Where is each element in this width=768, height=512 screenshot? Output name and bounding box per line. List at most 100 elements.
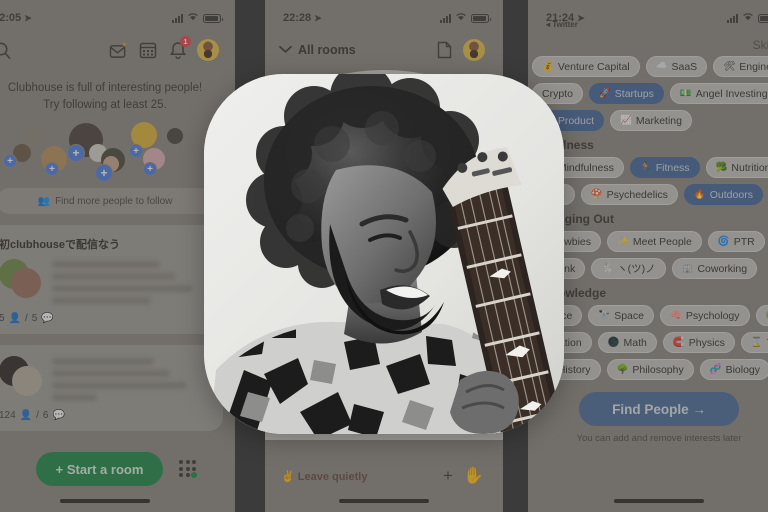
interest-tag-meet-people[interactable]: ✨ Meet People [607, 231, 702, 252]
room-speaker-count: 6 [42, 410, 49, 421]
add-person-icon[interactable]: + [143, 162, 157, 176]
find-more-people-button[interactable]: 👥 Find more people to follow [0, 188, 213, 214]
wifi-icon [455, 12, 467, 24]
avatar[interactable] [459, 35, 489, 65]
interest-tag-psychedelics[interactable]: 🍄 Psychedelics [580, 184, 678, 205]
leave-quietly-button[interactable]: ✌ Leave quietly [281, 470, 367, 483]
interest-tag-physics[interactable]: 🧲 Physics [662, 332, 735, 353]
section-title-knowledge: Knowledge [542, 286, 607, 300]
room-listener-count: 5 [0, 313, 5, 324]
suggested-people-cluster[interactable]: + + + + + + [0, 120, 227, 182]
plus-icon[interactable]: + [435, 463, 461, 489]
interest-tag-ptr[interactable]: 🌀 PTR [707, 231, 765, 252]
interest-row: Crypto 🚀Startups 💵Angel Investing S [532, 83, 768, 104]
interest-row: a Drink 🐇ヽ(ツ)ノ 🏢Coworking [532, 258, 768, 279]
interest-row: e Newbies ✨ Meet People 🌀 PTR [532, 231, 768, 252]
room-stats: 124 👤 / 6 💬 [0, 410, 65, 421]
promo-line-1: Clubhouse is full of interesting people! [7, 82, 203, 94]
interest-tag-angel-investing[interactable]: 💵 Angel Investing [669, 83, 768, 104]
battery-icon [758, 13, 768, 23]
status-bar-middle: 22:28 ➤ [265, 0, 503, 30]
room-top-nav: All rooms [265, 30, 503, 70]
search-icon[interactable] [0, 35, 17, 65]
raise-hand-icon[interactable]: ✋ [461, 463, 487, 489]
section-title-hanging-out: Hanging Out [542, 212, 614, 226]
interest-tag-philosophy[interactable]: 🌳 Philosophy [606, 359, 694, 380]
calendar-icon[interactable] [133, 35, 163, 65]
wifi-icon [742, 12, 754, 24]
interest-tag-startups[interactable]: 🚀 Startups [588, 83, 664, 104]
add-person-icon[interactable]: + [3, 154, 17, 168]
interest-row: ducation 🌑Math 🧲Physics ⌛Th [532, 332, 768, 353]
signal-icon [440, 13, 451, 23]
room-speaker-count: 5 [31, 313, 38, 324]
interest-tag-marketing[interactable]: 📈 Marketing [610, 110, 692, 131]
interest-tag-saas[interactable]: ☁️ SaaS [645, 56, 708, 77]
clubhouse-app-icon [204, 74, 564, 434]
interest-tag-engineering[interactable]: 🛠Engineering [713, 56, 768, 77]
status-time: 22:05 [0, 12, 22, 24]
interest-row: 🏺History 🌳Philosophy 🧬Biology [532, 359, 768, 380]
invite-envelope-icon[interactable] [103, 35, 133, 65]
all-rooms-label: All rooms [298, 43, 356, 57]
signal-icon [172, 13, 183, 23]
signal-icon [727, 13, 738, 23]
interest-tag-nutrition[interactable]: 🥦 Nutrition [705, 157, 768, 178]
room-avatars [0, 259, 43, 301]
interest-row: ation 🍄Psychedelics 🔥Outdoors [532, 184, 768, 205]
add-person-icon[interactable]: + [129, 144, 143, 158]
follow-promo: Clubhouse is full of interesting people!… [0, 70, 235, 116]
add-person-icon[interactable]: + [67, 144, 85, 162]
person-icon: 👤 [19, 410, 33, 421]
interest-tag-space[interactable]: 🔭 Space [588, 305, 654, 326]
all-rooms-button[interactable]: All rooms [279, 43, 356, 57]
location-arrow-icon: ➤ [577, 12, 585, 23]
interest-row: 💰Venture Capital ☁️SaaS 🛠Engineering 📊G [532, 56, 768, 77]
home-indicator [60, 499, 150, 503]
room-title: 初clubhouseで配信なう [0, 239, 121, 251]
add-person-icon[interactable]: + [45, 162, 59, 176]
apps-grid-icon[interactable] [179, 460, 198, 478]
interest-tag-math[interactable]: 🌑 Math [597, 332, 657, 353]
interest-tag-partial[interactable]: ⌛Th [740, 332, 768, 353]
interest-tag-psychology[interactable]: 🧠 Psychology [659, 305, 750, 326]
battery-icon [471, 13, 491, 23]
interest-tag-outdoors[interactable]: 🔥 Outdoors [683, 184, 763, 205]
section-title-wellness: Wellness [542, 138, 594, 152]
screenshot-stage: 22:05 ➤ 1 [0, 0, 768, 512]
interest-row: 📱Product 📈Marketing [532, 110, 768, 131]
battery-icon [203, 13, 223, 23]
promo-line-2: Try following at least 25. [43, 99, 167, 111]
interest-tag-biology[interactable]: 🧬 Biology [699, 359, 768, 380]
chevron-down-icon [279, 43, 292, 57]
document-icon[interactable] [429, 35, 459, 65]
find-people-button[interactable]: Find People → [579, 392, 739, 426]
home-indicator [339, 499, 429, 503]
interest-tag-fitness[interactable]: 🏃 Fitness [629, 157, 700, 178]
home-indicator [614, 499, 704, 503]
interest-tag-partial[interactable]: 🟢 [755, 305, 768, 326]
room-card[interactable]: 初clubhouseで配信なう 5 👤 / 5 💬 [0, 225, 223, 334]
add-person-icon[interactable]: + [95, 164, 113, 182]
interest-section: Wellness 🧘Mindfulness 🏃Fitness 🥦Nutritio… [532, 138, 768, 205]
status-bar-left: 22:05 ➤ [0, 0, 235, 30]
bell-badge: 1 [180, 36, 191, 47]
bell-icon[interactable]: 1 [163, 35, 193, 65]
person-icon: 👤 [8, 313, 22, 324]
skip-button[interactable]: Skip [528, 30, 768, 56]
interest-section: Hanging Out e Newbies ✨ Meet People 🌀 PTR … [532, 212, 768, 279]
speech-bubble-icon: 💬 [52, 410, 65, 421]
interest-tag-coworking[interactable]: 🏢 Coworking [671, 258, 758, 279]
avatar[interactable] [193, 35, 223, 65]
interests-footer-note: You can add and remove interests later [576, 433, 742, 444]
start-a-room-button[interactable]: + Start a room [35, 452, 164, 486]
back-to-twitter-link[interactable]: ◂ Twitter [546, 20, 578, 29]
home-top-nav: 1 [0, 30, 235, 70]
room-listener-count: 124 [0, 410, 16, 421]
bottom-action-bar: + Start a room [0, 452, 235, 486]
interest-tag-shrug[interactable]: 🐇 ヽ(ツ)ノ [591, 258, 666, 279]
interest-row: cience 🔭Space 🧠Psychology 🟢 [532, 305, 768, 326]
phone-panel-interests: 21:24 ➤ ◂ Twitter Skip 💰Venture Capital … [528, 0, 768, 512]
room-card[interactable]: 124 👤 / 6 💬 [0, 345, 223, 431]
find-more-label: Find more people to follow [55, 195, 173, 207]
